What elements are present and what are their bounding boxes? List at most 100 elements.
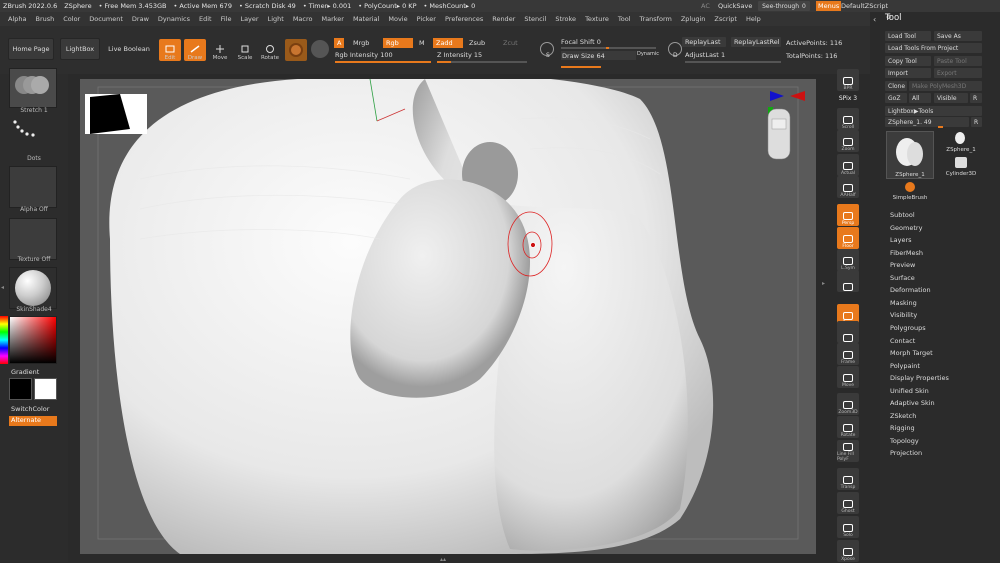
replay-last-button[interactable]: ReplayLast — [682, 37, 726, 47]
right-tool-persp[interactable]: Persp — [837, 204, 859, 226]
goz-all-button[interactable]: All — [909, 93, 931, 103]
menu-dynamics[interactable]: Dynamics — [158, 15, 190, 23]
load-tool-button[interactable]: Load Tool — [885, 31, 931, 41]
tool-section-unified-skin[interactable]: Unified Skin — [890, 387, 929, 395]
tool-section-layers[interactable]: Layers — [890, 236, 912, 244]
tool-section-polypaint[interactable]: Polypaint — [890, 362, 920, 370]
tool-section-morph-target[interactable]: Morph Target — [890, 349, 933, 357]
right-tool-solo[interactable]: Solo — [837, 516, 859, 538]
simplebrush-thumbnail[interactable]: SimpleBrush — [886, 181, 934, 203]
replay-last-rel-button[interactable]: ReplayLastRel — [731, 37, 781, 47]
right-tool-aahalf[interactable]: AAHalf — [837, 176, 859, 198]
tool-section-zsketch[interactable]: ZSketch — [890, 412, 916, 420]
menu-render[interactable]: Render — [492, 15, 515, 23]
right-tool-move[interactable]: Move — [837, 366, 859, 388]
alternate-button[interactable]: Alternate — [9, 416, 57, 426]
menu-picker[interactable]: Picker — [417, 15, 436, 23]
right-tool-actual[interactable]: Actual — [837, 154, 859, 176]
z-intensity-slider[interactable]: Z Intensity 15 — [437, 50, 527, 59]
default-zscript-button[interactable]: DefaultZScript — [841, 2, 888, 10]
goz-r-button[interactable]: R — [970, 93, 982, 103]
rotate-button[interactable]: Rotate — [259, 39, 281, 61]
copy-tool-button[interactable]: Copy Tool — [885, 56, 931, 66]
scale-button[interactable]: Scale — [234, 39, 256, 61]
right-tool-zoom[interactable]: Zoom — [837, 130, 859, 152]
menu-light[interactable]: Light — [268, 15, 284, 23]
menu-zplugin[interactable]: Zplugin — [681, 15, 706, 23]
dynamic-toggle[interactable]: Dynamic — [637, 51, 659, 57]
menu-help[interactable]: Help — [746, 15, 761, 23]
lightbox-tools-button[interactable]: Lightbox▶Tools — [885, 106, 982, 116]
make-polymesh-button[interactable]: Make PolyMesh3D — [909, 81, 982, 91]
tool-section-rigging[interactable]: Rigging — [890, 424, 915, 432]
stroke-thumbnail[interactable] — [9, 68, 57, 108]
right-tool-icon-9[interactable] — [837, 270, 859, 292]
menu-color[interactable]: Color — [63, 15, 80, 23]
zsphere-main-thumbnail[interactable]: ZSphere_1 — [886, 131, 934, 179]
menu-tool[interactable]: Tool — [618, 15, 631, 23]
color-picker[interactable] — [9, 316, 57, 364]
right-tool-spix-3[interactable]: SPix 3 — [837, 93, 859, 102]
material-thumbnail[interactable] — [9, 267, 57, 309]
right-tool-line-fill-polyf[interactable]: Line Fill PolyF — [837, 440, 859, 462]
tool-section-fibermesh[interactable]: FiberMesh — [890, 249, 923, 257]
tool-section-topology[interactable]: Topology — [890, 437, 919, 445]
rgb-toggle[interactable]: Rgb — [383, 38, 413, 48]
right-tool-frame[interactable]: Frame — [837, 343, 859, 365]
edit-button[interactable]: Edit — [159, 39, 181, 61]
main-color-swatch[interactable] — [9, 378, 32, 400]
draw-size-slider[interactable]: Draw Size 64 — [561, 51, 636, 60]
menus-button[interactable]: Menus — [816, 1, 842, 11]
right-tool-scroll[interactable]: Scroll — [837, 108, 859, 130]
goz-visible-button[interactable]: Visible — [934, 93, 968, 103]
a-toggle[interactable]: A — [334, 38, 345, 48]
lightbox-button[interactable]: LightBox — [60, 38, 100, 60]
zadd-toggle[interactable]: Zadd — [433, 38, 463, 48]
adjust-last-slider[interactable]: AdjustLast 1 — [685, 50, 781, 59]
tool-section-polygroups[interactable]: Polygroups — [890, 324, 926, 332]
menu-zscript[interactable]: Zscript — [714, 15, 737, 23]
right-tool-transp[interactable]: Transp — [837, 468, 859, 490]
draw-button[interactable]: Draw — [184, 39, 206, 61]
home-page-button[interactable]: Home Page — [8, 38, 54, 60]
tool-section-subtool[interactable]: Subtool — [890, 211, 915, 219]
export-button[interactable]: Export — [934, 68, 982, 78]
menu-stroke[interactable]: Stroke — [555, 15, 576, 23]
tool-section-geometry[interactable]: Geometry — [890, 224, 922, 232]
right-tool-l-sym[interactable]: L.Sym — [837, 249, 859, 271]
menu-macro[interactable]: Macro — [293, 15, 313, 23]
right-collapse-icon[interactable]: ▸ — [822, 280, 825, 287]
load-tools-from-project-button[interactable]: Load Tools From Project — [885, 43, 982, 53]
tool-section-deformation[interactable]: Deformation — [890, 286, 931, 294]
hue-strip[interactable] — [0, 316, 8, 364]
focal-shift-slider[interactable]: Focal Shift 0 — [561, 37, 656, 46]
tool-section-masking[interactable]: Masking — [890, 299, 917, 307]
zcut-toggle[interactable]: Zcut — [503, 39, 518, 47]
zsphere-sub-thumbnail[interactable]: ZSphere_1 — [938, 131, 984, 153]
menu-stencil[interactable]: Stencil — [524, 15, 546, 23]
m-toggle[interactable]: M — [419, 39, 425, 47]
right-tool-icon-11[interactable] — [837, 321, 859, 343]
tool-section-preview[interactable]: Preview — [890, 261, 915, 269]
right-tool-zoom3d[interactable]: Zoom3D — [837, 393, 859, 415]
menu-alpha[interactable]: Alpha — [8, 15, 26, 23]
tool-section-adaptive-skin[interactable]: Adaptive Skin — [890, 399, 935, 407]
right-tool-floor[interactable]: Floor — [837, 227, 859, 249]
clone-button[interactable]: Clone — [885, 81, 907, 91]
tool-back-icon[interactable]: ‹ — [873, 15, 876, 24]
alpha-dots-thumbnail[interactable] — [9, 116, 57, 154]
tool-section-visibility[interactable]: Visibility — [890, 311, 917, 319]
import-button[interactable]: Import — [885, 68, 931, 78]
menu-texture[interactable]: Texture — [585, 15, 609, 23]
right-tool-xpose[interactable]: Xpose — [837, 540, 859, 562]
menu-movie[interactable]: Movie — [388, 15, 407, 23]
zsub-toggle[interactable]: Zsub — [469, 39, 485, 47]
zsphere-slider[interactable]: ZSphere_1. 49 — [885, 117, 969, 127]
tool-section-display-properties[interactable]: Display Properties — [890, 374, 949, 382]
right-tool-ghost[interactable]: Ghost — [837, 492, 859, 514]
alpha-thumbnail[interactable] — [9, 166, 57, 208]
see-through-slider[interactable]: See-through 0 — [758, 1, 810, 11]
menu-draw[interactable]: Draw — [132, 15, 149, 23]
secondary-color-swatch[interactable] — [34, 378, 57, 400]
menu-material[interactable]: Material — [353, 15, 379, 23]
